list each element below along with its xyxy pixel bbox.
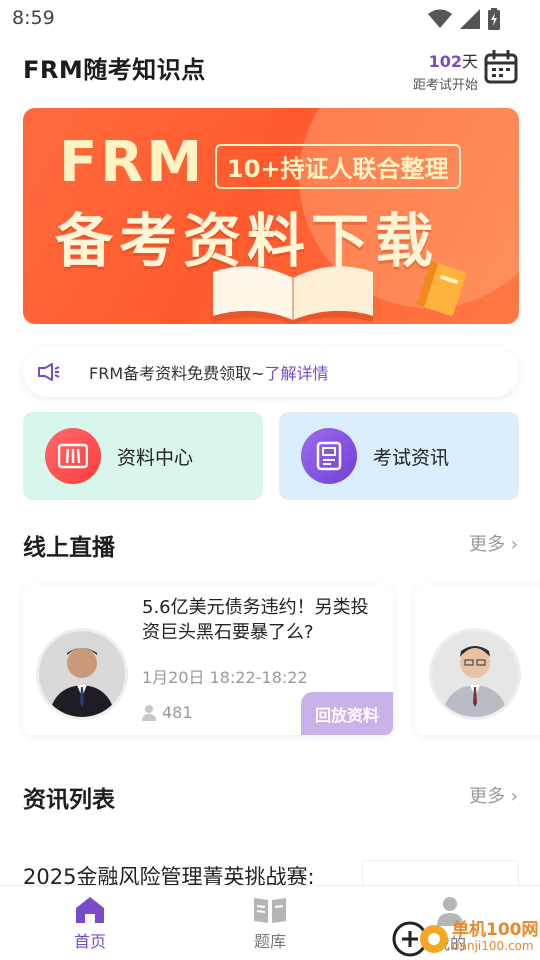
materials-center-card[interactable]: 资料中心 — [23, 412, 263, 500]
countdown-unit: 天 — [461, 52, 478, 71]
live-more-link[interactable]: 更多 › — [469, 530, 518, 556]
book-icon — [254, 898, 286, 923]
countdown-caption: 距考试开始 — [412, 78, 478, 93]
site-watermark: 单机100网 danji100.com — [390, 915, 540, 960]
live-card[interactable]: 5.6亿美元债务违约！另类投资巨头黑石要暴了么? 1月20日 18:22-18:… — [23, 585, 393, 735]
user-icon — [142, 704, 156, 721]
watermark-text: 单机100网 — [452, 920, 539, 940]
news-section-title: 资讯列表 — [23, 787, 115, 813]
notice-detail-link[interactable]: 了解详情 — [265, 364, 329, 383]
exam-countdown: 102天 距考试开始 — [413, 48, 478, 93]
news-document-icon — [316, 441, 342, 471]
watermark-logo-icon — [392, 921, 448, 957]
tab-label: 首页 — [73, 932, 106, 951]
replay-materials-button[interactable]: 回放资料 — [301, 692, 393, 735]
tab-label: 题库 — [253, 932, 286, 951]
signal-icon — [460, 9, 480, 29]
banner-frm-text: FRM — [59, 130, 206, 195]
exam-news-card[interactable]: 考试资讯 — [279, 412, 519, 500]
tab-question-bank[interactable]: 题库 — [220, 896, 320, 952]
home-icon — [76, 897, 104, 923]
status-icons — [428, 8, 500, 30]
countdown-days: 102 — [428, 52, 462, 71]
avatar — [36, 628, 128, 720]
status-bar: 8:59 — [0, 0, 540, 36]
live-viewers: 481 — [142, 703, 193, 722]
quick-link-label: 考试资讯 — [373, 447, 450, 469]
megaphone-icon — [38, 363, 60, 381]
calendar-icon — [484, 49, 518, 84]
live-card[interactable] — [415, 585, 540, 735]
tab-home[interactable]: 首页 — [40, 896, 140, 952]
wifi-icon — [428, 9, 452, 28]
watermark-url: danji100.com — [452, 939, 534, 953]
live-title: 5.6亿美元债务违约！另类投资巨头黑石要暴了么? — [142, 597, 369, 643]
battery-icon — [488, 8, 500, 30]
news-more-link[interactable]: 更多 › — [469, 782, 518, 808]
materials-icon — [58, 443, 88, 469]
presenter-photo — [39, 631, 125, 717]
live-section-title: 线上直播 — [23, 535, 115, 561]
closed-book-illustration — [416, 260, 467, 316]
promo-banner[interactable]: FRM 10+持证人联合整理 备考资料下载 — [23, 108, 519, 324]
open-book-illustration — [213, 266, 373, 324]
avatar — [429, 628, 521, 720]
calendar-button[interactable] — [484, 49, 518, 84]
status-time: 8:59 — [12, 7, 55, 29]
quick-link-label: 资料中心 — [117, 447, 194, 469]
banner-tag: 10+持证人联合整理 — [215, 144, 461, 189]
page-title: FRM随考知识点 — [23, 56, 206, 84]
notice-text: FRM备考资料免费领取~ — [89, 364, 265, 383]
viewer-count: 481 — [162, 703, 193, 722]
presenter-photo — [432, 631, 518, 717]
notice-bar[interactable]: FRM备考资料免费领取~了解详情 — [23, 347, 519, 397]
live-time: 1月20日 18:22-18:22 — [142, 668, 308, 687]
